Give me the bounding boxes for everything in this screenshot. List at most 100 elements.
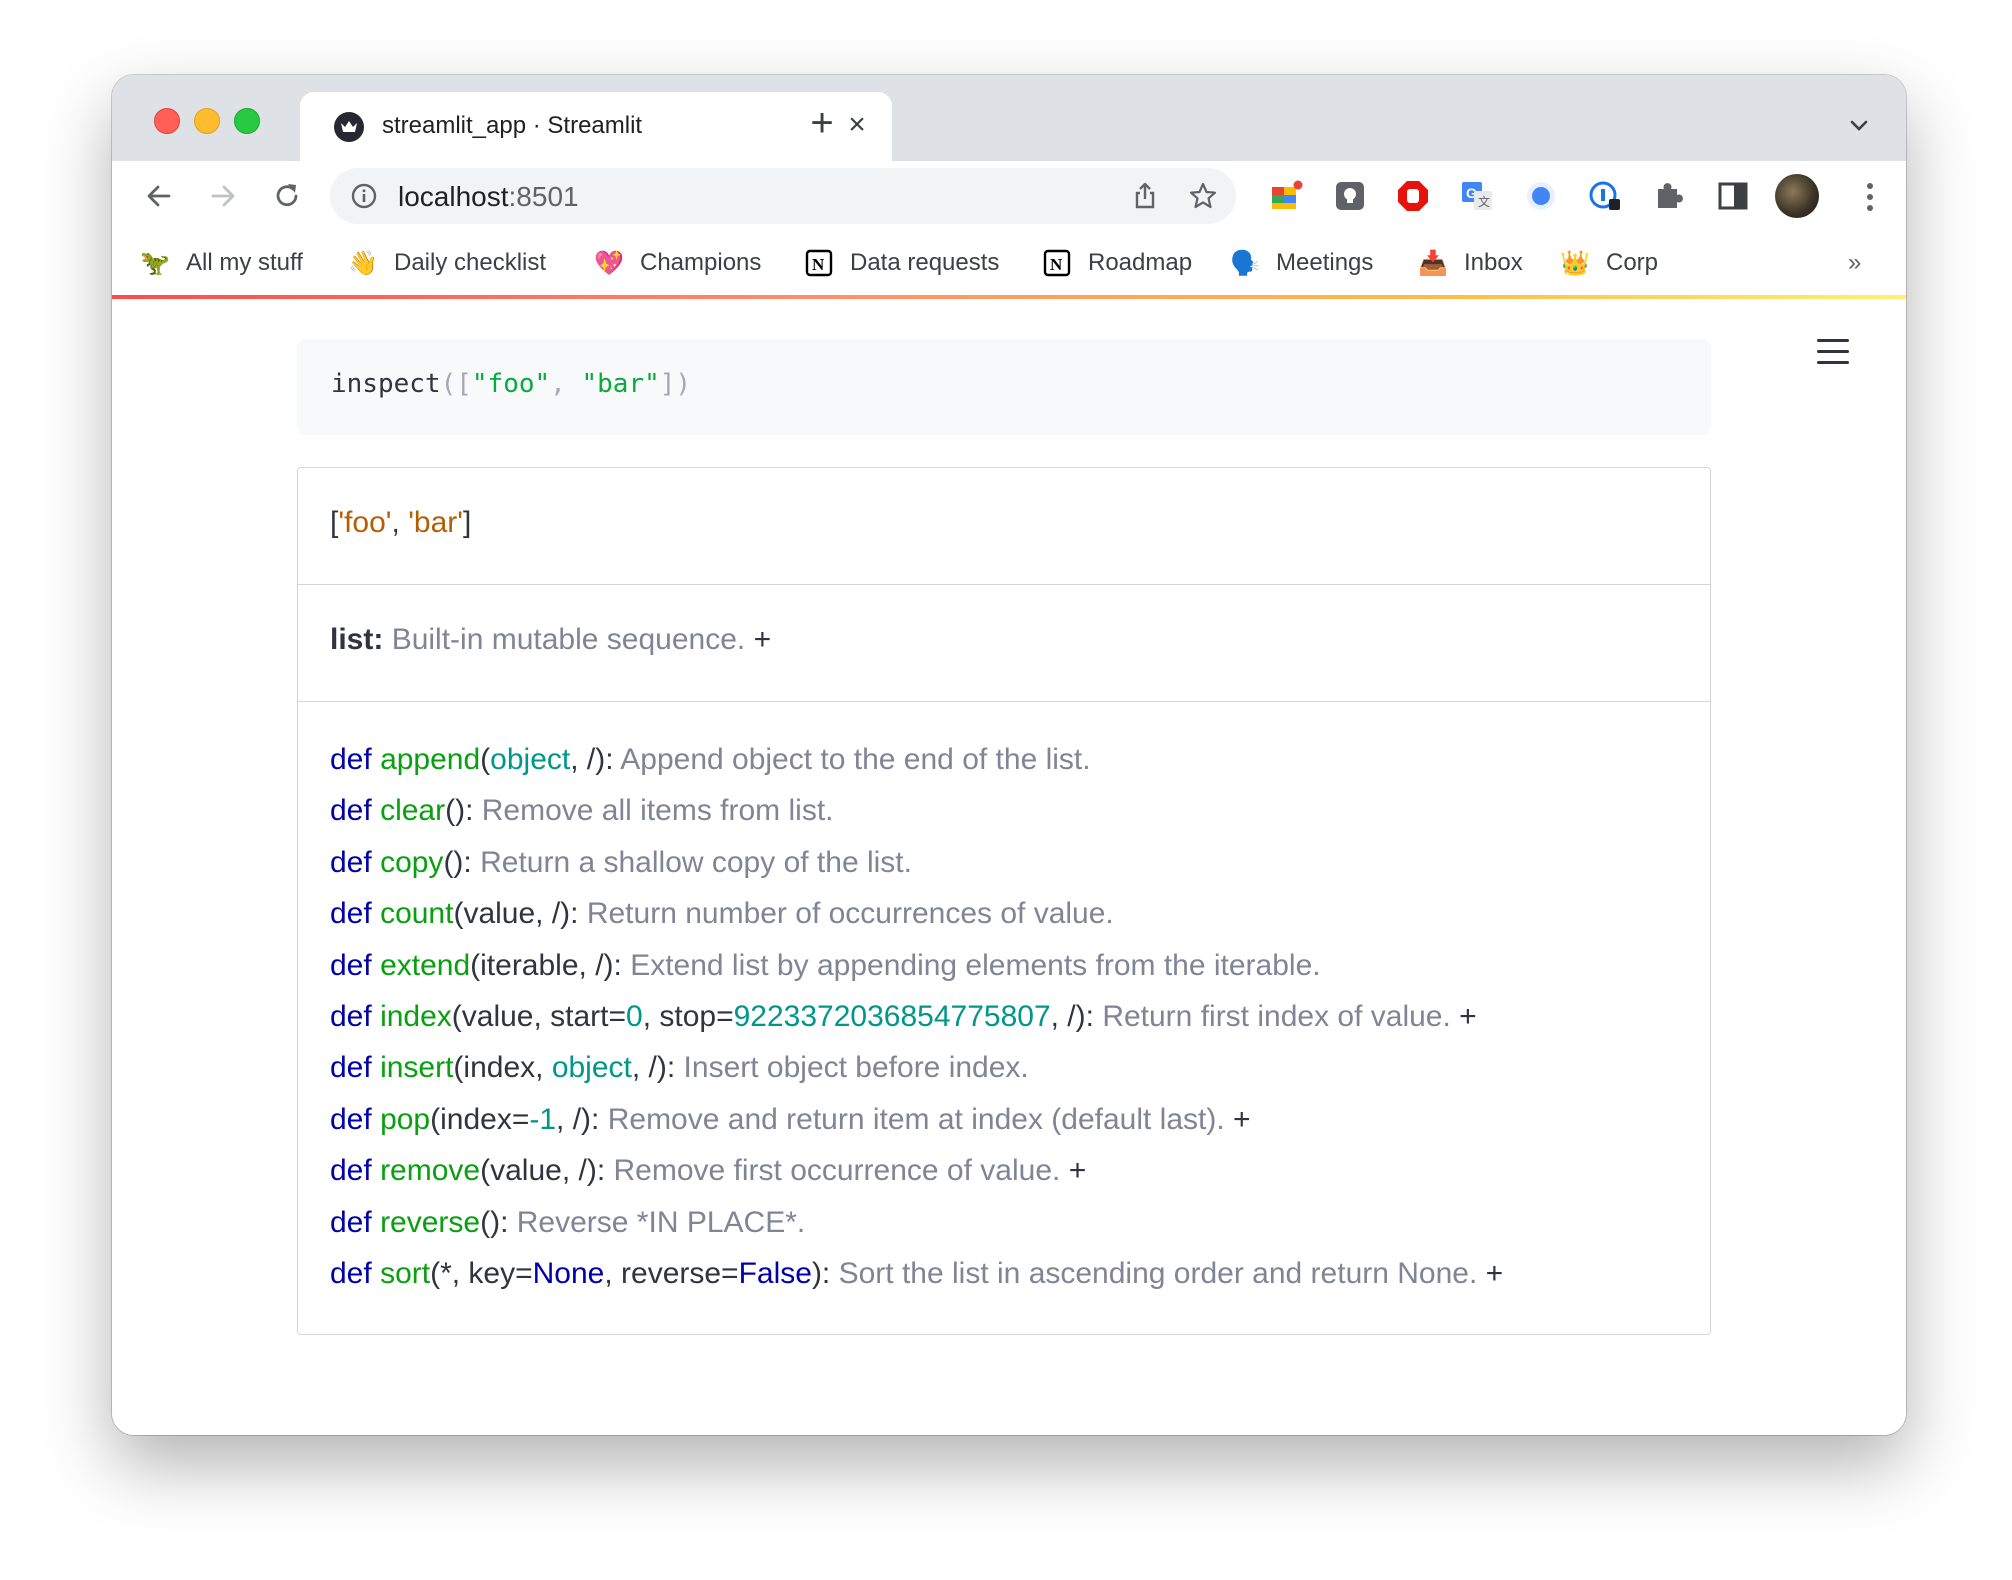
method-keyword: def xyxy=(330,1102,372,1136)
method-signature: (): xyxy=(443,845,481,879)
method-row: def append(object, /): Append object to … xyxy=(330,734,1503,785)
extension-lightbulb-icon[interactable] xyxy=(1333,179,1367,213)
method-row: def index(value, start=0, stop=922337203… xyxy=(330,991,1503,1042)
extension-blue-dot-icon[interactable] xyxy=(1524,179,1558,213)
method-keyword: def xyxy=(330,1000,372,1034)
extension-adblock-icon[interactable] xyxy=(1396,179,1430,213)
browser-toolbar: localhost:8501 G 文 xyxy=(112,161,1906,231)
method-signature: (value, /): xyxy=(480,1154,614,1188)
extension-translate-icon[interactable]: G 文 xyxy=(1460,179,1494,213)
method-name: count xyxy=(380,897,454,931)
value-repr: ['foo', 'bar'] xyxy=(330,506,471,540)
tab-strip: streamlit_app · Streamlit × + xyxy=(112,75,1906,161)
bookmark-star-icon[interactable] xyxy=(1188,181,1218,211)
bookmarks-overflow-chevron-icon[interactable]: » xyxy=(1848,249,1861,277)
method-doc: Remove all items from list. xyxy=(481,794,834,828)
method-signature: (index=-1, /): xyxy=(430,1102,608,1136)
method-name: extend xyxy=(380,948,471,982)
method-row: def remove(value, /): Remove first occur… xyxy=(330,1145,1503,1196)
method-row: def insert(index, object, /): Insert obj… xyxy=(330,1042,1503,1093)
streamlit-app-content: inspect(["foo", "bar"]) ['foo', 'bar'] l… xyxy=(112,299,1906,1435)
method-row: def sort(*, key=None, reverse=False): So… xyxy=(330,1248,1503,1299)
reload-icon[interactable] xyxy=(266,175,308,217)
method-signature: (index, object, /): xyxy=(453,1051,684,1085)
notion-icon: N xyxy=(804,248,834,278)
browser-window: streamlit_app · Streamlit × + localhost:… xyxy=(112,75,1906,1435)
bookmark-corp[interactable]: 👑 Corp xyxy=(1560,243,1658,283)
method-keyword: def xyxy=(330,1205,372,1239)
bookmark-inbox[interactable]: 📥 Inbox xyxy=(1418,243,1523,283)
svg-text:N: N xyxy=(812,255,825,274)
inspect-type-row: list: Built-in mutable sequence. + xyxy=(298,585,1710,702)
repr-sep: , xyxy=(391,506,409,539)
main-menu-hamburger-icon[interactable] xyxy=(1817,339,1849,367)
method-signature: (object, /): xyxy=(480,743,621,776)
bookmark-label: Daily checklist xyxy=(394,249,547,276)
type-name: list: xyxy=(330,623,384,656)
method-signature: (value, start=0, stop=922337203685477580… xyxy=(451,1000,1103,1034)
side-panel-icon[interactable] xyxy=(1716,179,1750,213)
method-doc-expand-button[interactable]: + xyxy=(1233,1103,1251,1136)
bookmark-meetings[interactable]: 🗣️ Meetings xyxy=(1230,243,1373,283)
tab-search-chevron-icon[interactable] xyxy=(1844,111,1874,141)
code-fn: inspect xyxy=(331,369,441,399)
share-icon[interactable] xyxy=(1130,181,1160,211)
method-name: index xyxy=(380,1000,452,1034)
browser-menu-icon[interactable] xyxy=(1860,179,1880,215)
method-signature: (value, /): xyxy=(453,897,587,931)
address-bar[interactable]: localhost:8501 xyxy=(330,168,1236,224)
maximize-window-button[interactable] xyxy=(234,108,260,134)
inbox-tray-icon: 📥 xyxy=(1418,249,1448,277)
method-name: insert xyxy=(380,1051,454,1085)
method-name: remove xyxy=(380,1154,481,1188)
code-open: ([ xyxy=(440,369,472,399)
bookmark-label: Meetings xyxy=(1276,249,1374,276)
url-text[interactable]: localhost:8501 xyxy=(398,181,579,213)
dinosaur-icon: 🦖 xyxy=(140,249,170,277)
inspect-output: ['foo', 'bar'] list: Built-in mutable se… xyxy=(297,467,1711,1335)
waving-hand-icon: 👋 xyxy=(348,249,378,277)
back-arrow-icon[interactable] xyxy=(138,175,180,217)
method-doc-expand-button[interactable]: + xyxy=(1459,1000,1477,1033)
bookmark-all-my-stuff[interactable]: 🦖 All my stuff xyxy=(140,243,303,283)
methods-list: def append(object, /): Append object to … xyxy=(330,734,1503,1299)
tab-close-icon[interactable]: × xyxy=(840,108,874,142)
method-doc-expand-button[interactable]: + xyxy=(1486,1257,1504,1290)
method-row: def reverse(): Reverse *IN PLACE*. xyxy=(330,1197,1503,1248)
method-keyword: def xyxy=(330,1051,372,1085)
method-signature: (iterable, /): xyxy=(470,948,631,982)
forward-arrow-icon[interactable] xyxy=(202,175,244,217)
method-signature: (): xyxy=(480,1205,517,1239)
extension-color-blocks-icon[interactable] xyxy=(1269,179,1303,213)
method-doc: Extend list by appending elements from t… xyxy=(630,948,1321,982)
method-row: def count(value, /): Return number of oc… xyxy=(330,888,1503,939)
method-doc: Remove and return item at index (default… xyxy=(607,1102,1225,1136)
new-tab-button[interactable]: + xyxy=(802,103,842,143)
svg-text:N: N xyxy=(1050,255,1063,274)
method-name: pop xyxy=(380,1102,431,1136)
minimize-window-button[interactable] xyxy=(194,108,220,134)
bookmark-roadmap[interactable]: N Roadmap xyxy=(1042,243,1192,283)
streamlit-crown-icon xyxy=(334,112,364,142)
close-window-button[interactable] xyxy=(154,108,180,134)
bookmark-champions[interactable]: 💖 Champions xyxy=(594,243,761,283)
site-info-icon[interactable] xyxy=(350,182,378,210)
method-keyword: def xyxy=(330,1154,372,1188)
type-doc-expand-button[interactable]: + xyxy=(754,623,772,656)
extension-password-lock-icon[interactable] xyxy=(1588,179,1622,213)
repr-item: 'bar' xyxy=(408,506,464,539)
method-doc-expand-button[interactable]: + xyxy=(1069,1154,1087,1187)
bookmark-data-requests[interactable]: N Data requests xyxy=(804,243,999,283)
method-name: reverse xyxy=(380,1205,481,1239)
method-doc: Remove first occurrence of value. xyxy=(613,1154,1061,1188)
bookmark-daily-checklist[interactable]: 👋 Daily checklist xyxy=(348,243,546,283)
url-port: :8501 xyxy=(508,181,579,212)
profile-avatar[interactable] xyxy=(1775,174,1819,218)
code-string-1: "foo" xyxy=(471,369,551,399)
svg-text:文: 文 xyxy=(1478,194,1490,209)
extensions-puzzle-icon[interactable] xyxy=(1652,179,1686,213)
inspect-value-row: ['foo', 'bar'] xyxy=(298,468,1710,585)
method-keyword: def xyxy=(330,743,372,776)
repr-item: 'foo' xyxy=(338,506,392,539)
speaking-head-icon: 🗣️ xyxy=(1230,249,1260,277)
